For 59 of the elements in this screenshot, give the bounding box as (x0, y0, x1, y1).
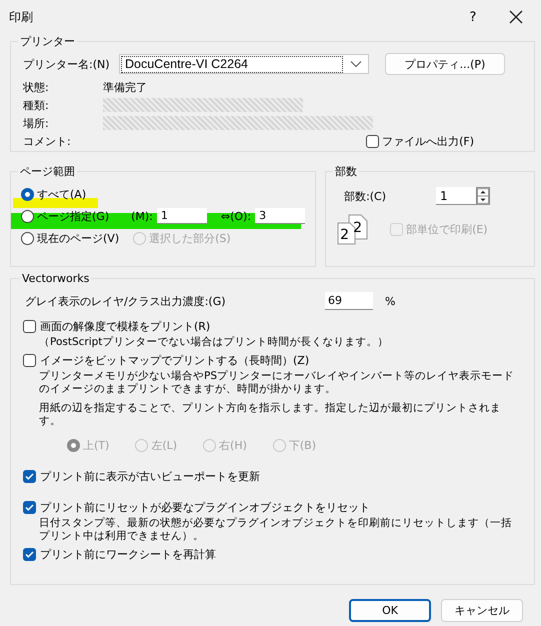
checkbox-label: イメージをビットマップでプリントする（長時間）(Z) (40, 353, 310, 368)
field-label: ⇔(O): (220, 210, 252, 222)
field-label: グレイ表示のレイヤ/クラス出力濃度:(G) (24, 294, 227, 308)
chevron-icon (350, 60, 362, 68)
radio-button[interactable] (21, 232, 34, 244)
radio-label: 下(B) (288, 438, 316, 453)
checkbox[interactable] (23, 320, 36, 333)
help-button[interactable]: ? (453, 10, 493, 24)
checkbox-label: プリント前に表示が古いビューポートを更新 (40, 469, 260, 484)
checkbox-label: 部単位で印刷(E) (406, 222, 488, 236)
radio-button[interactable] (21, 210, 34, 222)
unit-label: % (385, 294, 396, 308)
checkbox-label: プリント前にワークシートを再計算 (40, 547, 216, 562)
page-from-field[interactable]: 1 (156, 208, 207, 224)
description-text: 日付スタンプ等、最新の状態が必要なプラグインオブジェクトを印刷前にリセットします（一括プリント中は利用できません）。 (39, 517, 513, 543)
description-text: プリンターメモリが少ない場合やPSプリンターにオーバレイやインバート等のレイヤ表示モードのイメージのままプリントできますが、時間が掛かります。 (39, 370, 515, 396)
radio-label: すべて(A) (37, 186, 86, 202)
field-label: 種類: (22, 98, 50, 112)
radio-label: 上(T) (83, 438, 110, 453)
field-label: コメント: (22, 134, 72, 148)
copies-field[interactable]: 1 (436, 187, 476, 205)
group-title: ページ範囲 (19, 164, 76, 179)
collate-pages-icon (336, 213, 370, 245)
checkbox[interactable] (23, 354, 36, 367)
field-value: 準備完了 (103, 80, 147, 94)
checkbox[interactable] (23, 501, 36, 514)
page-number: 2 (353, 221, 362, 235)
radio-button[interactable] (21, 188, 34, 200)
field-label: プリンター名:(N) (22, 56, 111, 72)
printer-dropdown[interactable]: DocuCentre-VI C2264 (119, 54, 369, 74)
radio-label: ページ指定(G) (37, 208, 110, 224)
density-field[interactable]: 69 (325, 292, 373, 310)
checkbox[interactable] (23, 548, 36, 561)
page-number: 2 (340, 228, 349, 242)
field-label: 場所: (22, 116, 50, 130)
checkbox-label: ファイルへ出力(F) (382, 134, 474, 148)
cancel-button[interactable]: キャンセル (441, 599, 523, 622)
description-text: 用紙の辺を指定することで、プリント方向を指示します。指定した辺が最初にプリントされます。 (39, 402, 502, 428)
radio-label: 現在のページ(V) (37, 230, 120, 246)
field-label: (M): (131, 210, 153, 222)
description-text: （PostScriptプリンターでない場合はプリント時間が長くなります。） (39, 336, 390, 349)
group-title: プリンター (19, 34, 76, 49)
checkbox[interactable] (366, 134, 380, 148)
checkbox[interactable] (23, 470, 36, 483)
spinner-arrows-icon (476, 187, 490, 205)
checkbox-label: プリント前にリセットが必要なプラグインオブジェクトをリセット (40, 500, 370, 515)
group-title: 部数 (334, 164, 358, 179)
properties-button[interactable]: プロパティ...(P) (385, 53, 505, 75)
checkbox-label: 画面の解像度で模様をプリント(R) (40, 319, 210, 334)
window-title: 印刷 (9, 8, 34, 26)
radio-label: 右(H) (219, 438, 247, 453)
group-title: Vectorworks (21, 272, 90, 285)
page-to-field[interactable]: 3 (255, 208, 306, 224)
field-label: 状態: (22, 80, 50, 94)
radio-label: 選択した部分(S) (149, 230, 231, 246)
field-label: 部数:(C) (344, 188, 386, 204)
close-icon[interactable] (507, 8, 525, 26)
ok-button[interactable]: OK (349, 599, 431, 622)
radio-label: 左(L) (151, 438, 178, 453)
